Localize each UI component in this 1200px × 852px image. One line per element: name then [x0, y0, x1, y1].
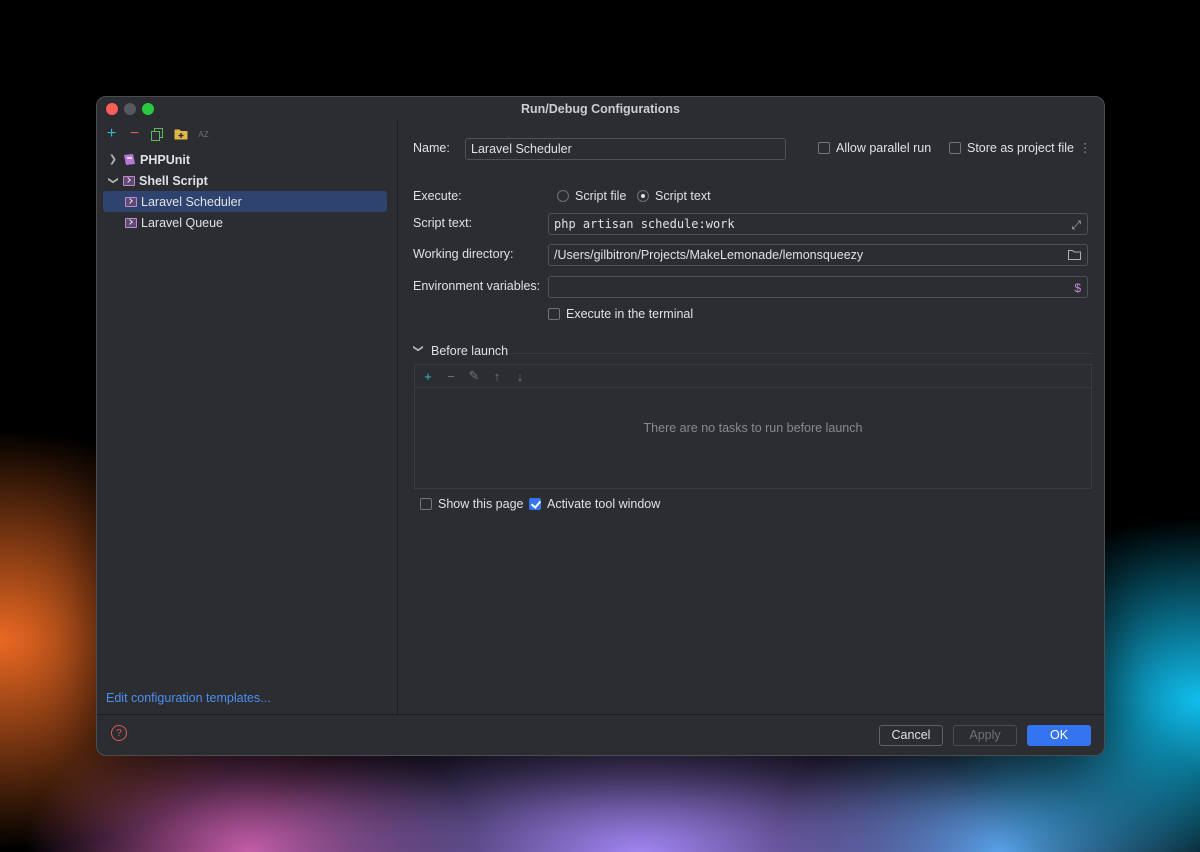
expand-icon[interactable]: ⤢	[1071, 217, 1081, 233]
window-title: Run/Debug Configurations	[520, 102, 680, 116]
edit-templates-link[interactable]: Edit configuration templates...	[106, 691, 271, 705]
script-text-field[interactable]: php artisan schedule:work ⤢	[548, 213, 1088, 235]
execute-label: Execute:	[413, 189, 462, 203]
before-launch-title: Before launch	[431, 344, 509, 358]
name-label: Name:	[413, 141, 450, 155]
tree-node-phpunit[interactable]: ❯ PHPUnit	[107, 149, 387, 170]
environment-variables-field[interactable]: $	[548, 276, 1088, 298]
allow-parallel-checkbox[interactable]: Allow parallel run	[818, 141, 931, 155]
radio-circle	[557, 190, 569, 202]
add-configuration-button[interactable]: +	[103, 125, 120, 143]
working-directory-value: /Users/gilbitron/Projects/MakeLemonade/l…	[554, 248, 864, 262]
move-up-icon[interactable]: ↑	[490, 369, 504, 384]
add-task-icon[interactable]: +	[421, 369, 435, 384]
remove-configuration-button[interactable]: −	[126, 125, 143, 143]
checkbox-box	[949, 142, 961, 154]
shell-script-icon	[123, 175, 135, 186]
more-options-icon[interactable]: ⋮	[1079, 140, 1092, 155]
shell-script-icon	[125, 196, 137, 207]
checkbox-label: Execute in the terminal	[566, 307, 694, 321]
copy-configuration-button[interactable]	[149, 126, 166, 143]
remove-task-icon[interactable]: −	[444, 369, 458, 384]
store-project-file-checkbox[interactable]: Store as project file	[949, 141, 1074, 155]
radio-label: Script file	[575, 189, 627, 203]
script-text-value: php artisan schedule:work	[554, 217, 735, 231]
working-directory-label: Working directory:	[413, 247, 514, 261]
tree-node-label: Shell Script	[139, 173, 208, 188]
chevron-right-icon[interactable]: ❯	[107, 154, 119, 165]
edit-task-icon[interactable]: ✎	[467, 368, 481, 384]
move-down-icon[interactable]: ↓	[513, 369, 527, 384]
configuration-form: Name: Laravel Scheduler Allow parallel r…	[398, 121, 1104, 715]
apply-button[interactable]: Apply	[953, 725, 1017, 746]
folder-add-icon	[174, 129, 187, 140]
tree-node-laravel-queue[interactable]: Laravel Queue	[107, 212, 387, 233]
show-this-page-checkbox[interactable]: Show this page	[420, 497, 523, 511]
chevron-down-icon[interactable]: ❯	[108, 175, 119, 187]
shell-script-icon	[125, 217, 137, 228]
execute-in-terminal-checkbox[interactable]: Execute in the terminal	[548, 307, 693, 321]
before-launch-toolbar: + − ✎ ↑ ↓	[415, 365, 1091, 388]
script-text-label: Script text:	[413, 216, 473, 230]
checkbox-box	[818, 142, 830, 154]
checkbox-label: Store as project file	[967, 141, 1074, 155]
minus-icon: −	[129, 125, 140, 142]
ok-button[interactable]: OK	[1027, 725, 1091, 746]
checkbox-label: Allow parallel run	[836, 141, 932, 155]
tree-node-laravel-scheduler[interactable]: Laravel Scheduler	[103, 191, 387, 212]
configurations-sidebar: + − AZ ❯ PHPUnit ❯ Shell Script Laravel …	[97, 121, 398, 715]
tree-node-label: Laravel Queue	[141, 215, 224, 230]
checkbox-box	[420, 498, 432, 510]
activate-tool-window-checkbox[interactable]: Activate tool window	[529, 497, 660, 511]
tree-node-label: PHPUnit	[140, 152, 190, 167]
plus-icon: +	[106, 125, 117, 142]
working-directory-field[interactable]: /Users/gilbitron/Projects/MakeLemonade/l…	[548, 244, 1088, 266]
checkbox-box	[529, 498, 541, 510]
help-icon[interactable]: ?	[111, 725, 127, 741]
checkbox-box	[548, 308, 560, 320]
folder-icon[interactable]	[1068, 250, 1081, 260]
tree-node-label: Laravel Scheduler	[141, 194, 242, 209]
tree-node-shell-script[interactable]: ❯ Shell Script	[107, 170, 387, 191]
before-launch-panel: + − ✎ ↑ ↓ There are no tasks to run befo…	[414, 364, 1092, 489]
dialog-footer: ? Cancel Apply OK	[97, 714, 1104, 755]
radio-label: Script text	[655, 189, 711, 203]
sidebar-toolbar: + − AZ	[103, 125, 212, 143]
radio-circle	[637, 190, 649, 202]
script-file-radio[interactable]: Script file	[557, 189, 626, 203]
titlebar: Run/Debug Configurations	[97, 97, 1104, 121]
checkbox-label: Show this page	[438, 497, 524, 511]
environment-variables-label: Environment variables:	[413, 279, 541, 293]
new-folder-button[interactable]	[172, 126, 189, 143]
configuration-tree: ❯ PHPUnit ❯ Shell Script Laravel Schedul…	[103, 149, 387, 233]
run-debug-dialog: Run/Debug Configurations + − AZ ❯ PHPUni…	[96, 96, 1105, 756]
sort-configurations-button[interactable]: AZ	[195, 126, 212, 143]
checkbox-label: Activate tool window	[547, 497, 661, 511]
chevron-down-icon[interactable]: ❯	[413, 344, 424, 352]
copy-icon	[151, 127, 163, 141]
section-divider	[510, 353, 1092, 354]
dollar-icon[interactable]: $	[1074, 280, 1081, 296]
sort-alpha-icon: AZ	[198, 129, 209, 139]
name-field[interactable]: Laravel Scheduler	[465, 138, 786, 160]
script-text-radio[interactable]: Script text	[637, 189, 711, 203]
empty-tasks-message: There are no tasks to run before launch	[643, 421, 863, 435]
cancel-button[interactable]: Cancel	[879, 725, 943, 746]
phpunit-icon	[124, 154, 135, 165]
